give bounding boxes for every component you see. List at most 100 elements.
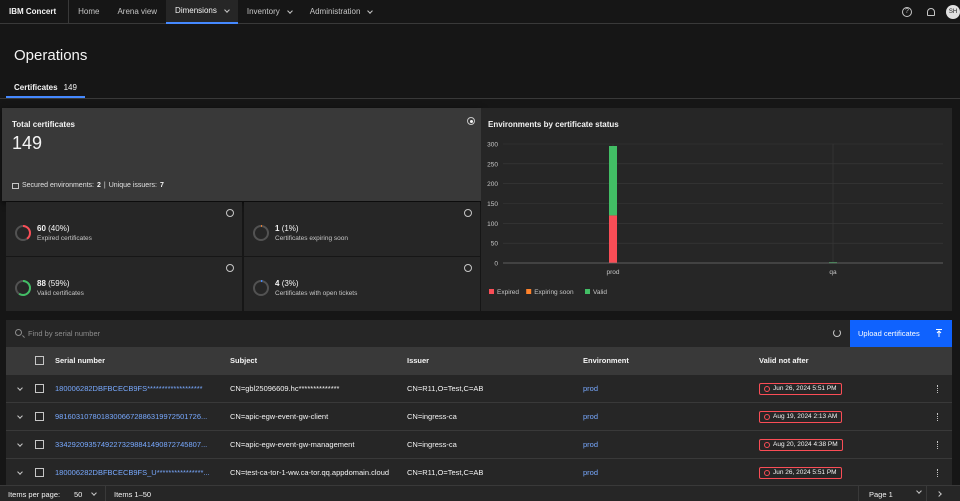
- stat-radio[interactable]: [226, 209, 234, 217]
- nav-arena-view[interactable]: Arena view: [108, 0, 166, 24]
- overflow-menu-icon[interactable]: [937, 413, 938, 421]
- column-environment[interactable]: Environment: [583, 347, 629, 374]
- upload-button-label: Upload certificates: [858, 329, 920, 338]
- serial-number-link[interactable]: 180006282DBFBCECB9FS*******************: [55, 375, 220, 402]
- select-all-checkbox[interactable]: [35, 356, 44, 365]
- chevron-down-icon: [91, 490, 98, 496]
- items-range: Items 1–50: [114, 489, 152, 499]
- chevron-down-icon[interactable]: [17, 469, 23, 475]
- chevron-down-icon[interactable]: [17, 441, 23, 447]
- subject-cell: CN=apic-egw-event-gw-management: [230, 440, 355, 449]
- y-tick-label: 50: [491, 241, 499, 248]
- column-valid-not-after[interactable]: Valid not after: [759, 347, 809, 374]
- expired-date-tag: Aug 20, 2024 4:38 PM: [759, 438, 843, 451]
- legend-swatch: [489, 289, 494, 294]
- overflow-menu-icon[interactable]: [937, 441, 938, 449]
- avatar[interactable]: SH: [946, 4, 960, 19]
- upload-icon: [936, 329, 942, 337]
- pagination-divider: [105, 486, 106, 501]
- total-certificates-card[interactable]: Total certificates 149 Secured environme…: [2, 108, 482, 201]
- summary-separator: |: [103, 182, 106, 189]
- stat-tile-expiring-soon[interactable]: 1 (1%) Certificates expiring soon: [244, 202, 480, 256]
- row-checkbox[interactable]: [35, 440, 44, 449]
- issuer-cell: CN=R11,O=Test,C=AB: [407, 384, 484, 393]
- pagination-divider: [858, 486, 859, 501]
- help-button[interactable]: ?: [895, 0, 919, 24]
- next-page-icon[interactable]: [936, 491, 942, 497]
- stat-tile-expired[interactable]: 60 (40%) Expired certificates: [6, 202, 242, 256]
- issuer-cell: CN=R11,O=Test,C=AB: [407, 468, 484, 477]
- expired-ring-icon: [15, 225, 31, 241]
- chevron-down-icon[interactable]: [17, 385, 23, 391]
- stat-tile-valid[interactable]: 88 (59%) Valid certificates: [6, 257, 242, 311]
- stat-percent: (3%): [281, 279, 299, 288]
- table-row[interactable]: 98160310780183006672886319972501726... C…: [6, 402, 952, 430]
- column-subject[interactable]: Subject: [230, 347, 257, 374]
- table-row[interactable]: 180006282DBFBCECB9FS_U****************..…: [6, 458, 952, 486]
- tab-certificates[interactable]: Certificates 149: [6, 78, 85, 98]
- items-per-page-value: 50: [74, 489, 83, 499]
- stat-tile-open-tickets[interactable]: 4 (3%) Certificates with open tickets: [244, 257, 480, 311]
- serial-number-link[interactable]: 33429209357492273298841490872745807...: [55, 431, 220, 458]
- nav-inventory[interactable]: Inventory: [238, 0, 301, 24]
- serial-number-link[interactable]: 98160310780183006672886319972501726...: [55, 403, 220, 430]
- tickets-ring-icon: [253, 280, 269, 296]
- row-checkbox[interactable]: [35, 468, 44, 477]
- brand-name[interactable]: IBM Concert: [0, 0, 70, 24]
- overflow-menu-icon[interactable]: [937, 469, 938, 477]
- table-row[interactable]: 33429209357492273298841490872745807... C…: [6, 430, 952, 458]
- environment-link[interactable]: prod: [583, 375, 598, 402]
- notifications-button[interactable]: [919, 0, 943, 24]
- stat-radio[interactable]: [226, 264, 234, 272]
- stat-percent: (1%): [281, 224, 299, 233]
- environments-bar-chart: 0 50 100 150 200 250 300 prod qa Expired Expiring …: [487, 142, 943, 296]
- stat-radio[interactable]: [464, 209, 472, 217]
- items-per-page-select[interactable]: 50: [74, 486, 98, 501]
- overflow-menu-icon[interactable]: [937, 385, 938, 393]
- environment-link[interactable]: prod: [583, 431, 598, 458]
- search-input[interactable]: [28, 326, 628, 341]
- chevron-down-icon: [224, 6, 230, 13]
- page-value: Page 1: [869, 489, 893, 499]
- nav-home[interactable]: Home: [69, 0, 108, 24]
- stat-label: Certificates expiring soon: [275, 235, 348, 242]
- top-nav: IBM Concert Home Arena view Dimensions I…: [0, 0, 960, 24]
- nav-dimensions[interactable]: Dimensions: [166, 0, 238, 24]
- row-checkbox[interactable]: [35, 412, 44, 421]
- column-serial-number[interactable]: Serial number: [55, 347, 105, 374]
- expired-date-tag: Jun 26, 2024 5:51 PM: [759, 466, 842, 479]
- subject-cell: CN=apic-egw-event-gw-client: [230, 412, 329, 421]
- chevron-down-icon[interactable]: [17, 413, 23, 419]
- stat-percent: (59%): [48, 279, 70, 288]
- expired-date-tag: Jun 26, 2024 5:51 PM: [759, 382, 842, 395]
- stat-value: 88 (59%): [37, 279, 69, 288]
- nav-arena-view-label: Arena view: [117, 7, 158, 16]
- total-card-radio[interactable]: [467, 117, 475, 125]
- upload-certificates-button[interactable]: Upload certificates: [850, 320, 952, 347]
- y-tick-label: 250: [487, 161, 498, 168]
- nav-administration-label: Administration: [309, 7, 361, 16]
- stat-count: 1: [275, 224, 280, 233]
- pagination-bar: Items per page: 50 Items 1–50 Page 1: [0, 485, 960, 501]
- y-tick-label: 300: [487, 142, 498, 149]
- refresh-icon[interactable]: [833, 329, 841, 337]
- page-title: Operations: [14, 47, 88, 64]
- column-issuer[interactable]: Issuer: [407, 347, 429, 374]
- valid-ring-icon: [15, 280, 31, 296]
- environment-link[interactable]: prod: [583, 403, 598, 430]
- chevron-down-icon[interactable]: [916, 488, 922, 494]
- y-tick-label: 0: [494, 261, 498, 268]
- nav-administration[interactable]: Administration: [301, 0, 382, 24]
- secured-label: Secured environments:: [22, 182, 94, 189]
- expired-date-tag: Aug 19, 2024 2:13 AM: [759, 410, 843, 423]
- environment-link[interactable]: prod: [583, 459, 598, 486]
- row-checkbox[interactable]: [35, 384, 44, 393]
- help-icon: ?: [902, 6, 912, 17]
- serial-number-link[interactable]: 180006282DBFBCECB9FS_U****************..…: [55, 459, 220, 486]
- expiring-ring-icon: [253, 225, 269, 241]
- table-row[interactable]: 180006282DBFBCECB9FS******************* …: [6, 374, 952, 402]
- page-select[interactable]: Page 1: [869, 486, 893, 501]
- total-certificates-title: Total certificates: [12, 120, 75, 129]
- clock-icon: [764, 441, 770, 448]
- stat-radio[interactable]: [464, 264, 472, 272]
